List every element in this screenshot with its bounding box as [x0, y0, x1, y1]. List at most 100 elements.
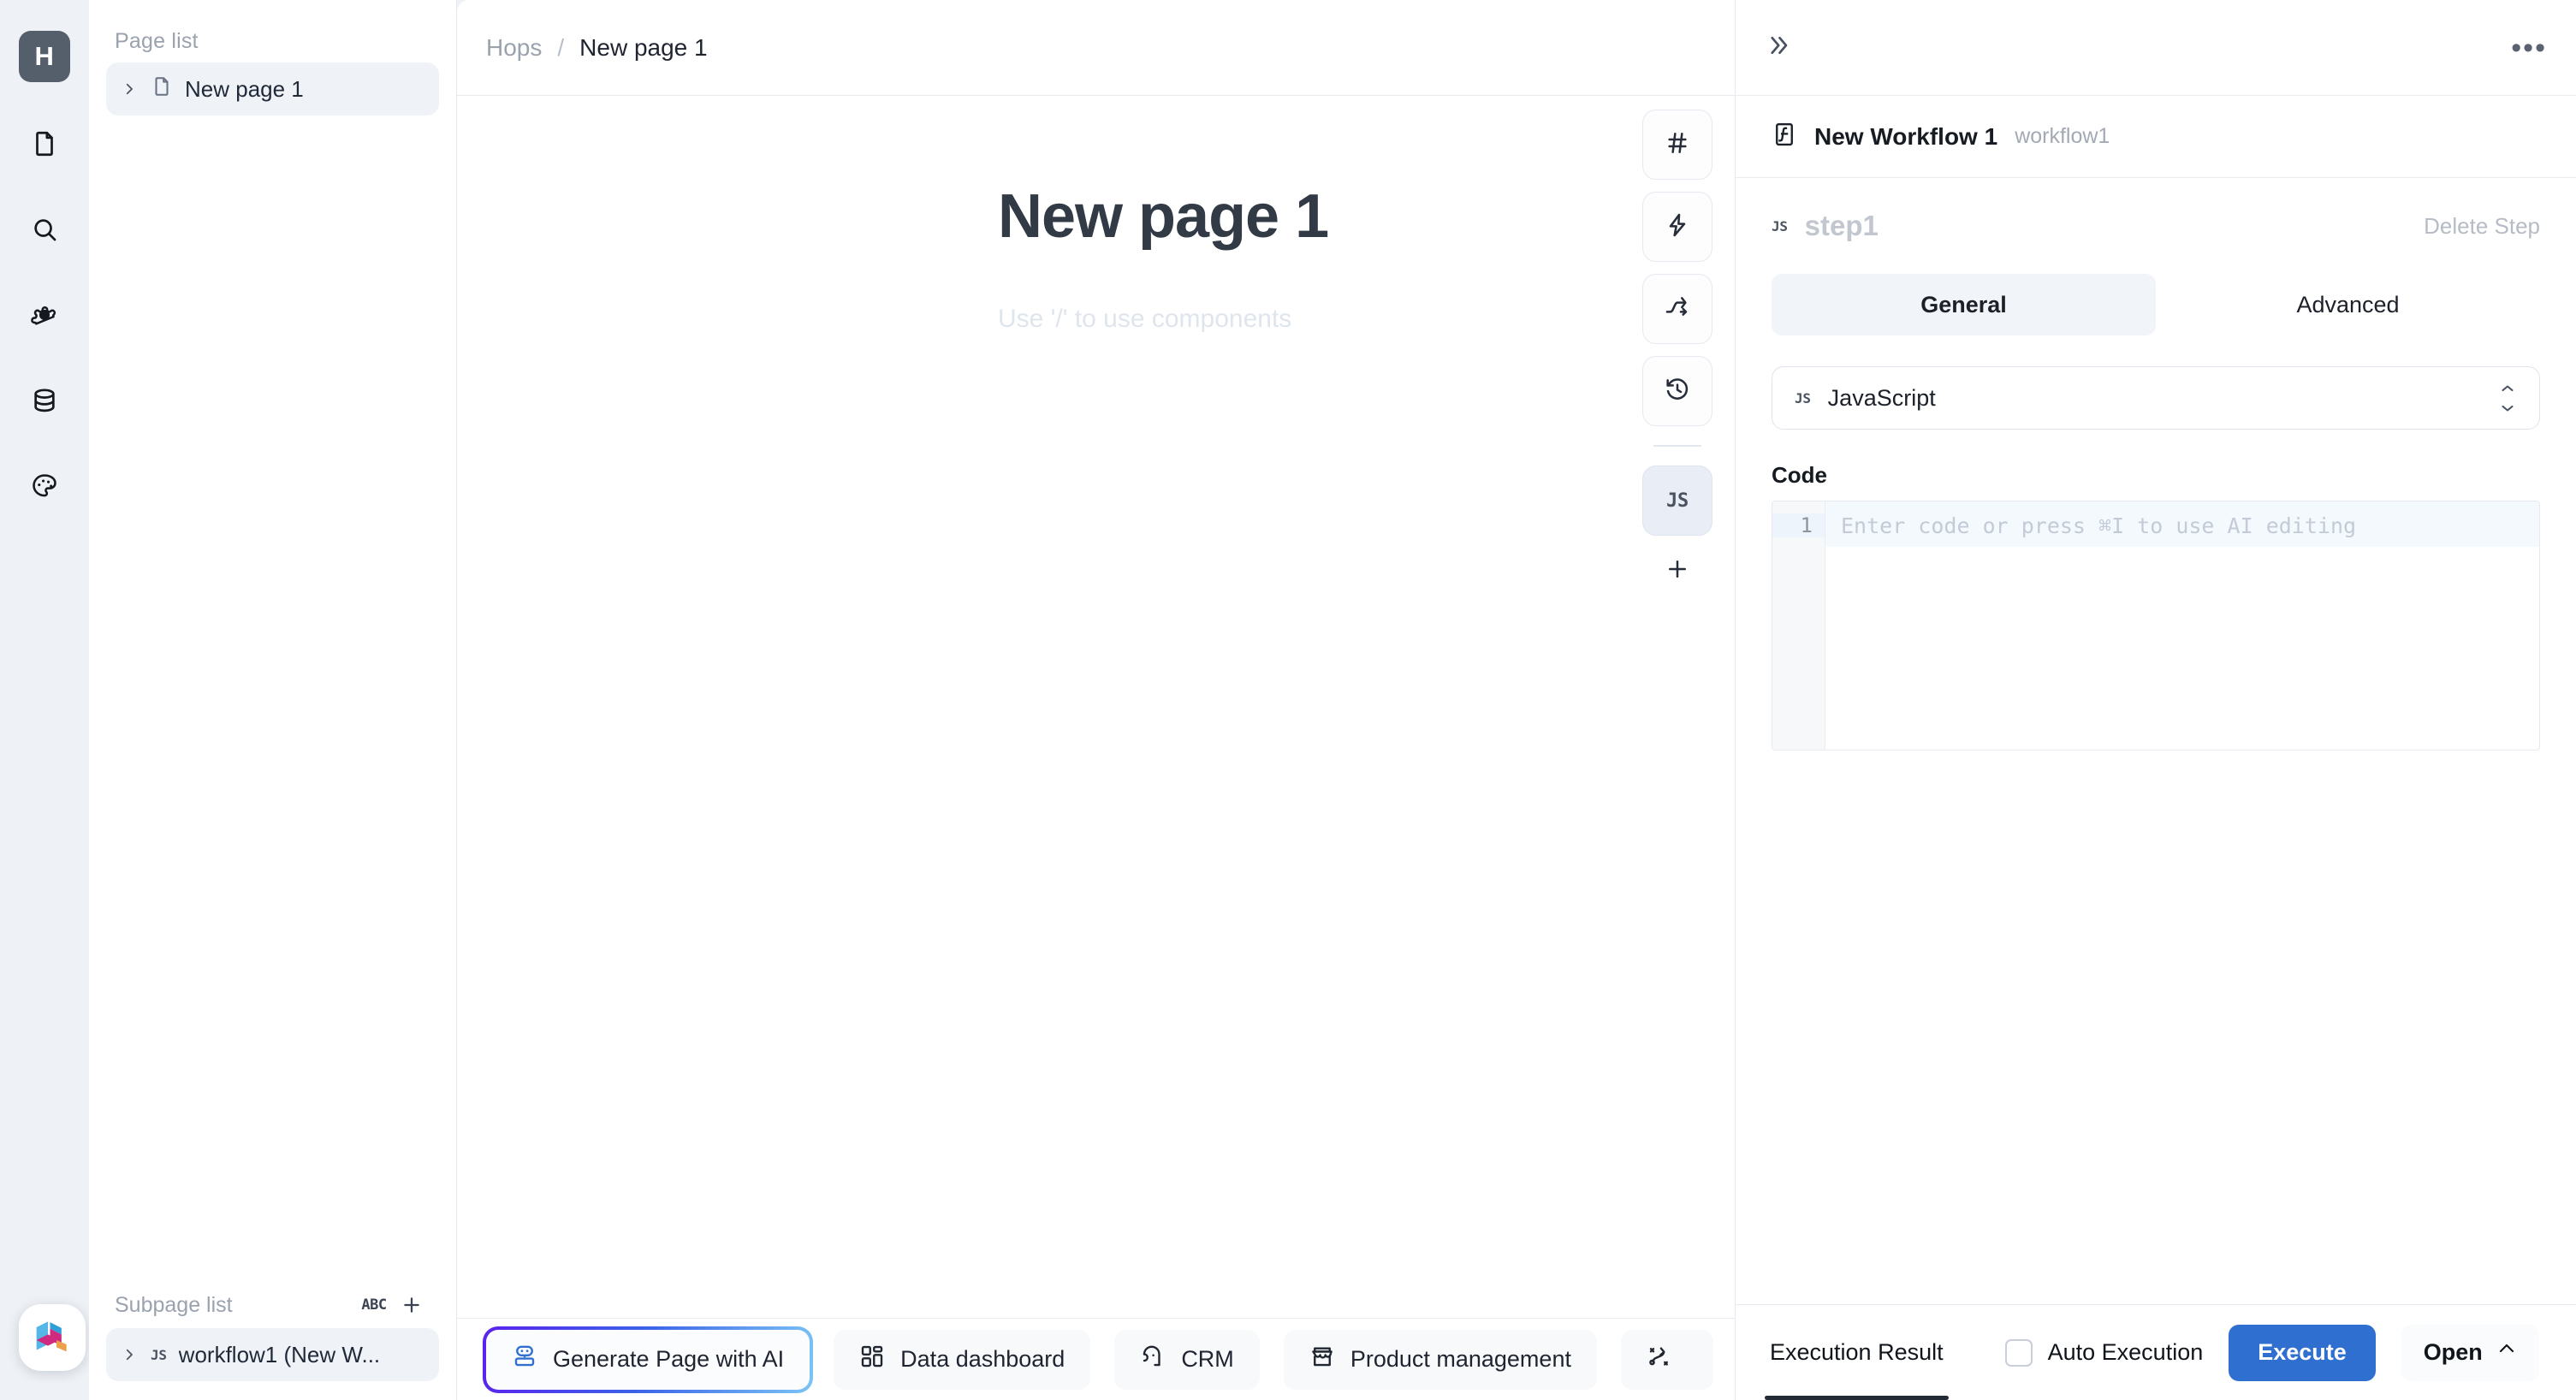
chevron-right-icon[interactable]: [120, 1345, 139, 1364]
store-icon: [1309, 1344, 1335, 1375]
dashboard-icon: [859, 1344, 885, 1375]
data-dashboard-label: Data dashboard: [900, 1346, 1065, 1372]
flow-tool-button[interactable]: [1642, 274, 1712, 344]
rail-items: [21, 120, 68, 510]
open-label: Open: [2423, 1339, 2483, 1365]
code-placeholder: Enter code or press ⌘I to use AI editing: [1825, 501, 2539, 547]
file-icon: [30, 129, 59, 158]
icon-rail: H: [0, 0, 89, 1400]
sidebar-item-database[interactable]: [21, 377, 68, 424]
palette-icon: [30, 472, 59, 501]
workflow-title-row[interactable]: New Workflow 1 workflow1: [1736, 96, 2576, 178]
shuffle-icon: [1664, 294, 1691, 325]
add-subpage-icon[interactable]: [393, 1286, 430, 1324]
search-icon: [30, 215, 59, 244]
data-dashboard-button[interactable]: Data dashboard: [834, 1329, 1091, 1390]
sidebar-item-theme[interactable]: [21, 462, 68, 510]
crm-button[interactable]: CRM: [1114, 1329, 1260, 1390]
heading-icon: [1664, 129, 1691, 161]
headset-icon: [1140, 1344, 1166, 1375]
add-tool-button[interactable]: [1642, 548, 1712, 594]
strategy-icon: [1647, 1344, 1672, 1375]
generate-page-with-ai-label: Generate Page with AI: [553, 1346, 785, 1372]
tab-execution-result[interactable]: Execution Result: [1765, 1305, 1949, 1400]
js-badge-icon: JS: [1772, 217, 1788, 234]
workflow-title: New Workflow 1: [1814, 122, 1998, 150]
workspace-logo-label: H: [34, 41, 55, 71]
step-name[interactable]: step1: [1805, 210, 1879, 242]
list-item-page[interactable]: New page 1: [106, 62, 439, 116]
page-list-empty-space: [89, 116, 456, 1023]
code-editor[interactable]: 1 Enter code or press ⌘I to use AI editi…: [1772, 501, 2540, 750]
tab-general[interactable]: General: [1772, 274, 2156, 335]
product-management-button[interactable]: Product management: [1283, 1329, 1597, 1390]
breadcrumb-current: New page 1: [579, 33, 708, 61]
workspace-logo-button[interactable]: H: [19, 31, 70, 82]
product-management-label: Product management: [1350, 1346, 1571, 1372]
auto-execution-label: Auto Execution: [2047, 1339, 2204, 1365]
page-title[interactable]: New page 1: [457, 96, 1735, 252]
chevron-updown-icon: [2498, 384, 2517, 412]
page-item-label: New page 1: [185, 75, 304, 102]
delete-step-button[interactable]: Delete Step: [2424, 213, 2540, 240]
sidebar-item-search[interactable]: [21, 205, 68, 253]
hops-logo-icon: [31, 1314, 74, 1361]
sidebar-item-settings[interactable]: [21, 291, 68, 339]
line-number: 1: [1772, 513, 1825, 537]
event-tool-button[interactable]: [1642, 192, 1712, 262]
tab-general-label: General: [1920, 291, 2007, 317]
workflow-panel-footer: Execution Result Auto Execution Execute …: [1736, 1304, 2576, 1400]
workflow-icon: [1772, 122, 1797, 151]
step-header-row: JS step1 Delete Step: [1736, 178, 2576, 274]
breadcrumb-root[interactable]: Hops: [486, 34, 542, 62]
brand-badge[interactable]: [19, 1304, 86, 1371]
js-icon: JS: [1666, 489, 1689, 512]
js-badge-icon: JS: [1795, 389, 1811, 406]
workflow-panel: ••• New Workflow 1 workflow1 JS step1 De…: [1735, 0, 2576, 1400]
bottom-action-bar: Generate Page with AI Data dashboard CRM: [457, 1317, 1735, 1400]
toolbar-divider: [1653, 445, 1701, 447]
subpage-list-header: Subpage list ABC: [89, 1282, 456, 1328]
generate-page-with-ai-button[interactable]: Generate Page with AI: [477, 1317, 819, 1400]
open-result-button[interactable]: Open: [2401, 1324, 2539, 1381]
tab-advanced[interactable]: Advanced: [2156, 274, 2540, 335]
sort-abc-icon[interactable]: ABC: [355, 1286, 393, 1324]
plus-icon: [1665, 556, 1690, 586]
workflow-key: workflow1: [2015, 124, 2110, 148]
list-item-subpage[interactable]: JS workflow1 (New W...: [106, 1328, 439, 1381]
auto-execution-checkbox[interactable]: [2004, 1338, 2033, 1367]
heading-tool-button[interactable]: [1642, 110, 1712, 180]
lightning-icon: [1664, 211, 1691, 243]
canvas-placeholder[interactable]: Use '/' to use components: [457, 252, 1735, 334]
collapse-panel-icon[interactable]: [1765, 33, 1790, 63]
code-textarea[interactable]: Enter code or press ⌘I to use AI editing: [1825, 501, 2539, 750]
file-icon: [151, 75, 173, 104]
page-list-panel: Page list New page 1 Subpage list ABC JS…: [89, 0, 457, 1400]
subpage-item-label: workflow1 (New W...: [178, 1341, 381, 1367]
language-select[interactable]: JS JavaScript: [1772, 366, 2540, 430]
auto-execution-toggle[interactable]: Auto Execution: [2004, 1338, 2204, 1367]
strategy-button[interactable]: [1620, 1329, 1713, 1390]
js-tool-button[interactable]: JS: [1642, 466, 1712, 536]
js-badge-icon: JS: [151, 1346, 167, 1363]
more-options-icon[interactable]: •••: [2511, 33, 2547, 62]
code-label: Code: [1772, 462, 1827, 488]
chevron-right-icon[interactable]: [120, 80, 139, 98]
page-list-title: Page list: [115, 29, 199, 53]
history-tool-button[interactable]: [1642, 356, 1712, 426]
canvas-toolbar: JS: [1642, 110, 1712, 594]
step-tabs: General Advanced: [1736, 274, 2576, 335]
workflow-panel-spacer: [1736, 750, 2576, 1304]
chevron-up-icon: [2496, 1339, 2517, 1366]
execute-button[interactable]: Execute: [2229, 1324, 2376, 1381]
crm-label: CRM: [1181, 1346, 1234, 1372]
page-canvas[interactable]: New page 1 Use '/' to use components JS …: [457, 96, 1735, 1400]
breadcrumb: Hops / New page 1: [457, 0, 1735, 96]
sidebar-item-pages[interactable]: [21, 120, 68, 168]
execution-result-label: Execution Result: [1770, 1339, 1944, 1365]
language-select-value: JavaScript: [1827, 384, 1936, 411]
breadcrumb-separator: /: [557, 33, 565, 61]
workflow-panel-header: •••: [1736, 0, 2576, 96]
center-column: Hops / New page 1 New page 1 Use '/' to …: [457, 0, 1735, 1400]
database-icon: [30, 386, 59, 415]
